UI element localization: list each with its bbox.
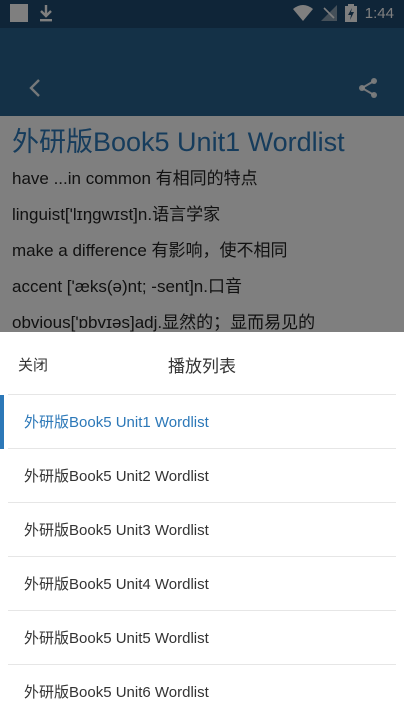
playlist-sheet: 关闭 播放列表 外研版Book5 Unit1 Wordlist 外研版Book5… [0,332,404,719]
dim-overlay[interactable] [0,0,404,332]
playlist-item-unit1[interactable]: 外研版Book5 Unit1 Wordlist [0,394,396,449]
playlist-item-label: 外研版Book5 Unit4 Wordlist [24,576,209,593]
playlist-item-unit2[interactable]: 外研版Book5 Unit2 Wordlist [8,448,396,502]
sheet-title: 播放列表 [168,357,236,376]
playlist-item-label: 外研版Book5 Unit1 Wordlist [24,414,209,431]
playlist-item-label: 外研版Book5 Unit2 Wordlist [24,468,209,485]
playlist-item-unit5[interactable]: 外研版Book5 Unit5 Wordlist [8,610,396,664]
playlist-item-label: 外研版Book5 Unit5 Wordlist [24,630,209,647]
playlist-item-unit4[interactable]: 外研版Book5 Unit4 Wordlist [8,556,396,610]
playlist-item-label: 外研版Book5 Unit3 Wordlist [24,522,209,539]
active-indicator [0,395,4,449]
playlist-item-unit6[interactable]: 外研版Book5 Unit6 Wordlist [8,664,396,718]
playlist: 外研版Book5 Unit1 Wordlist 外研版Book5 Unit2 W… [0,394,404,718]
sheet-header: 关闭 播放列表 [0,332,404,394]
playlist-item-label: 外研版Book5 Unit6 Wordlist [24,684,209,701]
playlist-item-unit3[interactable]: 外研版Book5 Unit3 Wordlist [8,502,396,556]
